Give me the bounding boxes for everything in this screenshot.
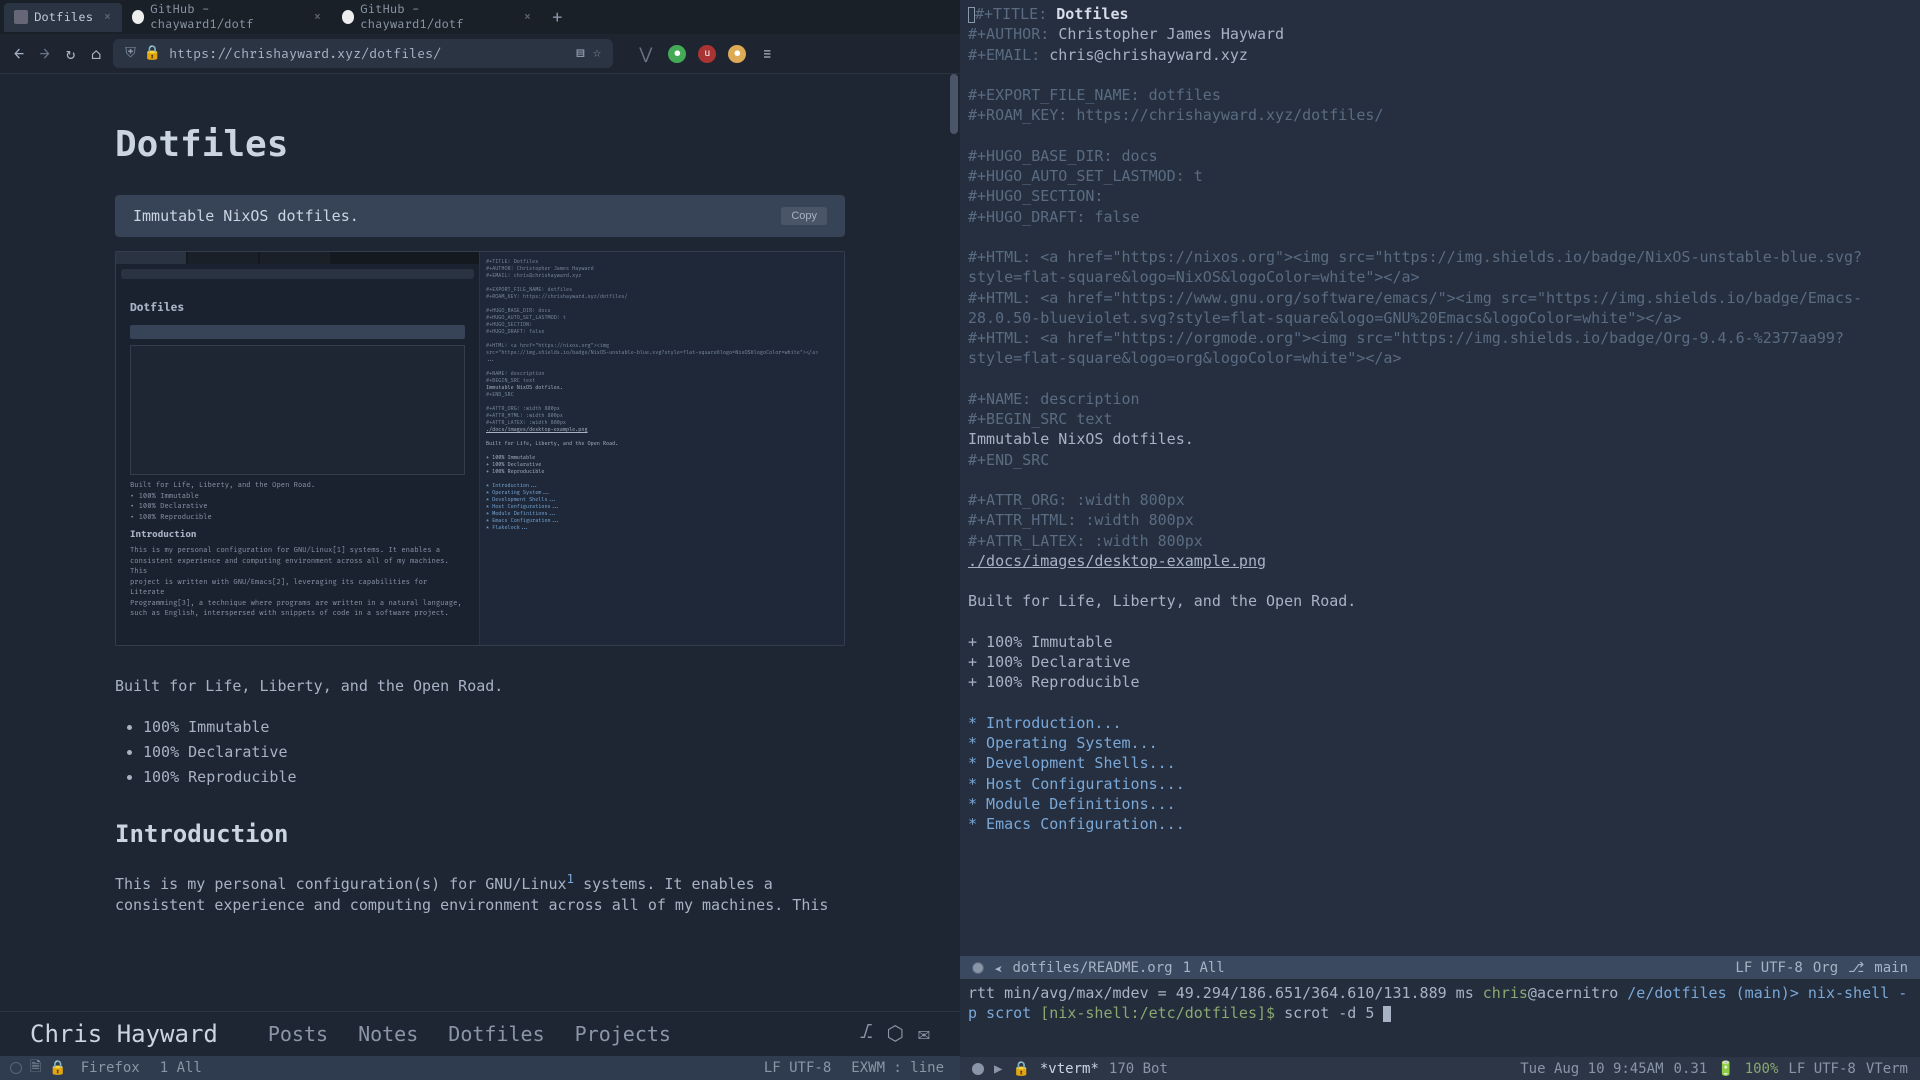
home-button[interactable]: ⌂ <box>87 40 105 68</box>
tab-label: GitHub - chayward1/dotf <box>150 2 303 32</box>
code-block: Immutable NixOS dotfiles. Copy <box>115 195 845 237</box>
nav-dotfiles[interactable]: Dotfiles <box>448 1022 544 1046</box>
url-bar[interactable]: ⛨ 🔒 https://chrishayward.xyz/dotfiles/ ▤… <box>113 39 613 68</box>
status-indicator-icon <box>972 1063 984 1075</box>
browser-toolbar: ← → ↻ ⌂ ⛨ 🔒 https://chrishayward.xyz/dot… <box>0 34 960 74</box>
tab-label: Dotfiles <box>34 10 93 25</box>
close-icon[interactable]: × <box>103 9 112 26</box>
nav-posts[interactable]: Posts <box>268 1022 328 1046</box>
github-icon[interactable]: ⎇ <box>860 1021 872 1047</box>
favicon-icon <box>132 10 145 24</box>
org-modeline: ➤ dotfiles/README.org 1 All LF UTF-8 Org… <box>960 956 1920 979</box>
favicon-icon <box>14 10 28 24</box>
git-branch: main <box>1874 960 1908 976</box>
gitlab-icon[interactable]: ⬡ <box>886 1021 903 1047</box>
nav-notes[interactable]: Notes <box>358 1022 418 1046</box>
copy-button[interactable]: Copy <box>781 207 827 225</box>
extension-icon[interactable]: ● <box>668 45 686 63</box>
tab-github-2[interactable]: GitHub - chayward1/dotf × <box>332 0 542 38</box>
forward-button[interactable]: → <box>36 40 54 68</box>
reader-icon[interactable]: ▤ <box>576 45 585 62</box>
encoding: LF UTF-8 <box>1788 1061 1855 1077</box>
tab-dotfiles[interactable]: Dotfiles × <box>4 3 122 32</box>
battery-icon: 🔋 <box>1717 1061 1734 1077</box>
position: 1 All <box>160 1060 202 1076</box>
left-modeline: 🗎 🔒 Firefox 1 All LF UTF-8 EXWM : line <box>0 1056 960 1080</box>
reload-button[interactable]: ↻ <box>62 40 80 68</box>
scrollbar[interactable] <box>950 74 958 134</box>
back-button[interactable]: ← <box>10 40 28 68</box>
list-item: 100% Reproducible <box>143 767 845 788</box>
arrow-icon: ▶ <box>994 1061 1002 1077</box>
new-tab-button[interactable]: + <box>542 2 573 33</box>
battery-pct: 100% <box>1745 1061 1779 1077</box>
branch-icon: ⎇ <box>1848 960 1864 976</box>
position: 170 Bot <box>1109 1061 1168 1077</box>
load-avg: 0.31 <box>1674 1061 1708 1077</box>
site-brand[interactable]: Chris Hayward <box>30 1020 218 1048</box>
datetime: Tue Aug 10 9:45AM <box>1520 1061 1663 1077</box>
major-mode: Org <box>1813 960 1838 976</box>
page-content[interactable]: Dotfiles Immutable NixOS dotfiles. Copy … <box>0 74 960 1011</box>
lock-icon: 🔒 <box>144 45 161 62</box>
page-title: Dotfiles <box>115 124 845 165</box>
extension-icon[interactable]: ● <box>728 45 746 63</box>
encoding: LF UTF-8 <box>1735 960 1802 976</box>
tab-label: GitHub - chayward1/dotf <box>360 2 513 32</box>
code-text: Immutable NixOS dotfiles. <box>133 207 359 225</box>
close-icon[interactable]: × <box>523 9 532 26</box>
built-for-text: Built for Life, Liberty, and the Open Ro… <box>115 676 845 697</box>
browser-tab-strip: Dotfiles × GitHub - chayward1/dotf × Git… <box>0 0 960 34</box>
intro-paragraph: This is my personal configuration(s) for… <box>115 870 845 916</box>
position: 1 All <box>1183 960 1225 976</box>
ublock-icon[interactable]: u <box>698 45 716 63</box>
arrow-icon: ➤ <box>994 960 1002 976</box>
screenshot-image: Dotfiles Built for Life, Liberty, and th… <box>115 251 845 646</box>
vterm-modeline: ▶ 🔒 *vterm* 170 Bot Tue Aug 10 9:45AM 0.… <box>960 1057 1920 1080</box>
menu-button[interactable]: ≡ <box>758 40 776 68</box>
file-icon: 🗎 <box>30 1056 41 1080</box>
org-editor[interactable]: #+TITLE: Dotfiles #+AUTHOR: Christopher … <box>960 0 1920 956</box>
cursor <box>1383 1006 1391 1022</box>
features-list: 100% Immutable 100% Declarative 100% Rep… <box>143 717 845 788</box>
site-nav: Chris Hayward Posts Notes Dotfiles Proje… <box>0 1011 960 1056</box>
status-indicator-icon <box>10 1062 22 1074</box>
mail-icon[interactable]: ✉ <box>918 1021 930 1047</box>
lock-icon: 🔒 <box>1012 1061 1029 1077</box>
major-mode: VTerm <box>1866 1061 1908 1077</box>
list-item: 100% Declarative <box>143 742 845 763</box>
intro-heading: Introduction <box>115 818 845 852</box>
buffer-path: dotfiles/README.org <box>1012 960 1172 976</box>
tab-github-1[interactable]: GitHub - chayward1/dotf × <box>122 0 332 38</box>
status-indicator-icon <box>972 962 984 974</box>
lock-icon: 🔒 <box>49 1060 66 1076</box>
pocket-icon[interactable]: ⋁ <box>635 40 656 68</box>
buffer-name: *vterm* <box>1040 1061 1099 1077</box>
buffer-name: Firefox <box>81 1060 140 1076</box>
shield-icon: ⛨ <box>125 45 136 62</box>
nav-projects[interactable]: Projects <box>575 1022 671 1046</box>
major-mode: EXWM : line <box>851 1060 944 1076</box>
vterm[interactable]: rtt min/avg/max/mdev = 49.294/186.651/36… <box>960 979 1920 1057</box>
bookmark-icon[interactable]: ☆ <box>593 45 601 62</box>
close-icon[interactable]: × <box>313 9 322 26</box>
list-item: 100% Immutable <box>143 717 845 738</box>
encoding: LF UTF-8 <box>764 1060 831 1076</box>
url-text: https://chrishayward.xyz/dotfiles/ <box>169 46 441 62</box>
favicon-icon <box>342 10 355 24</box>
